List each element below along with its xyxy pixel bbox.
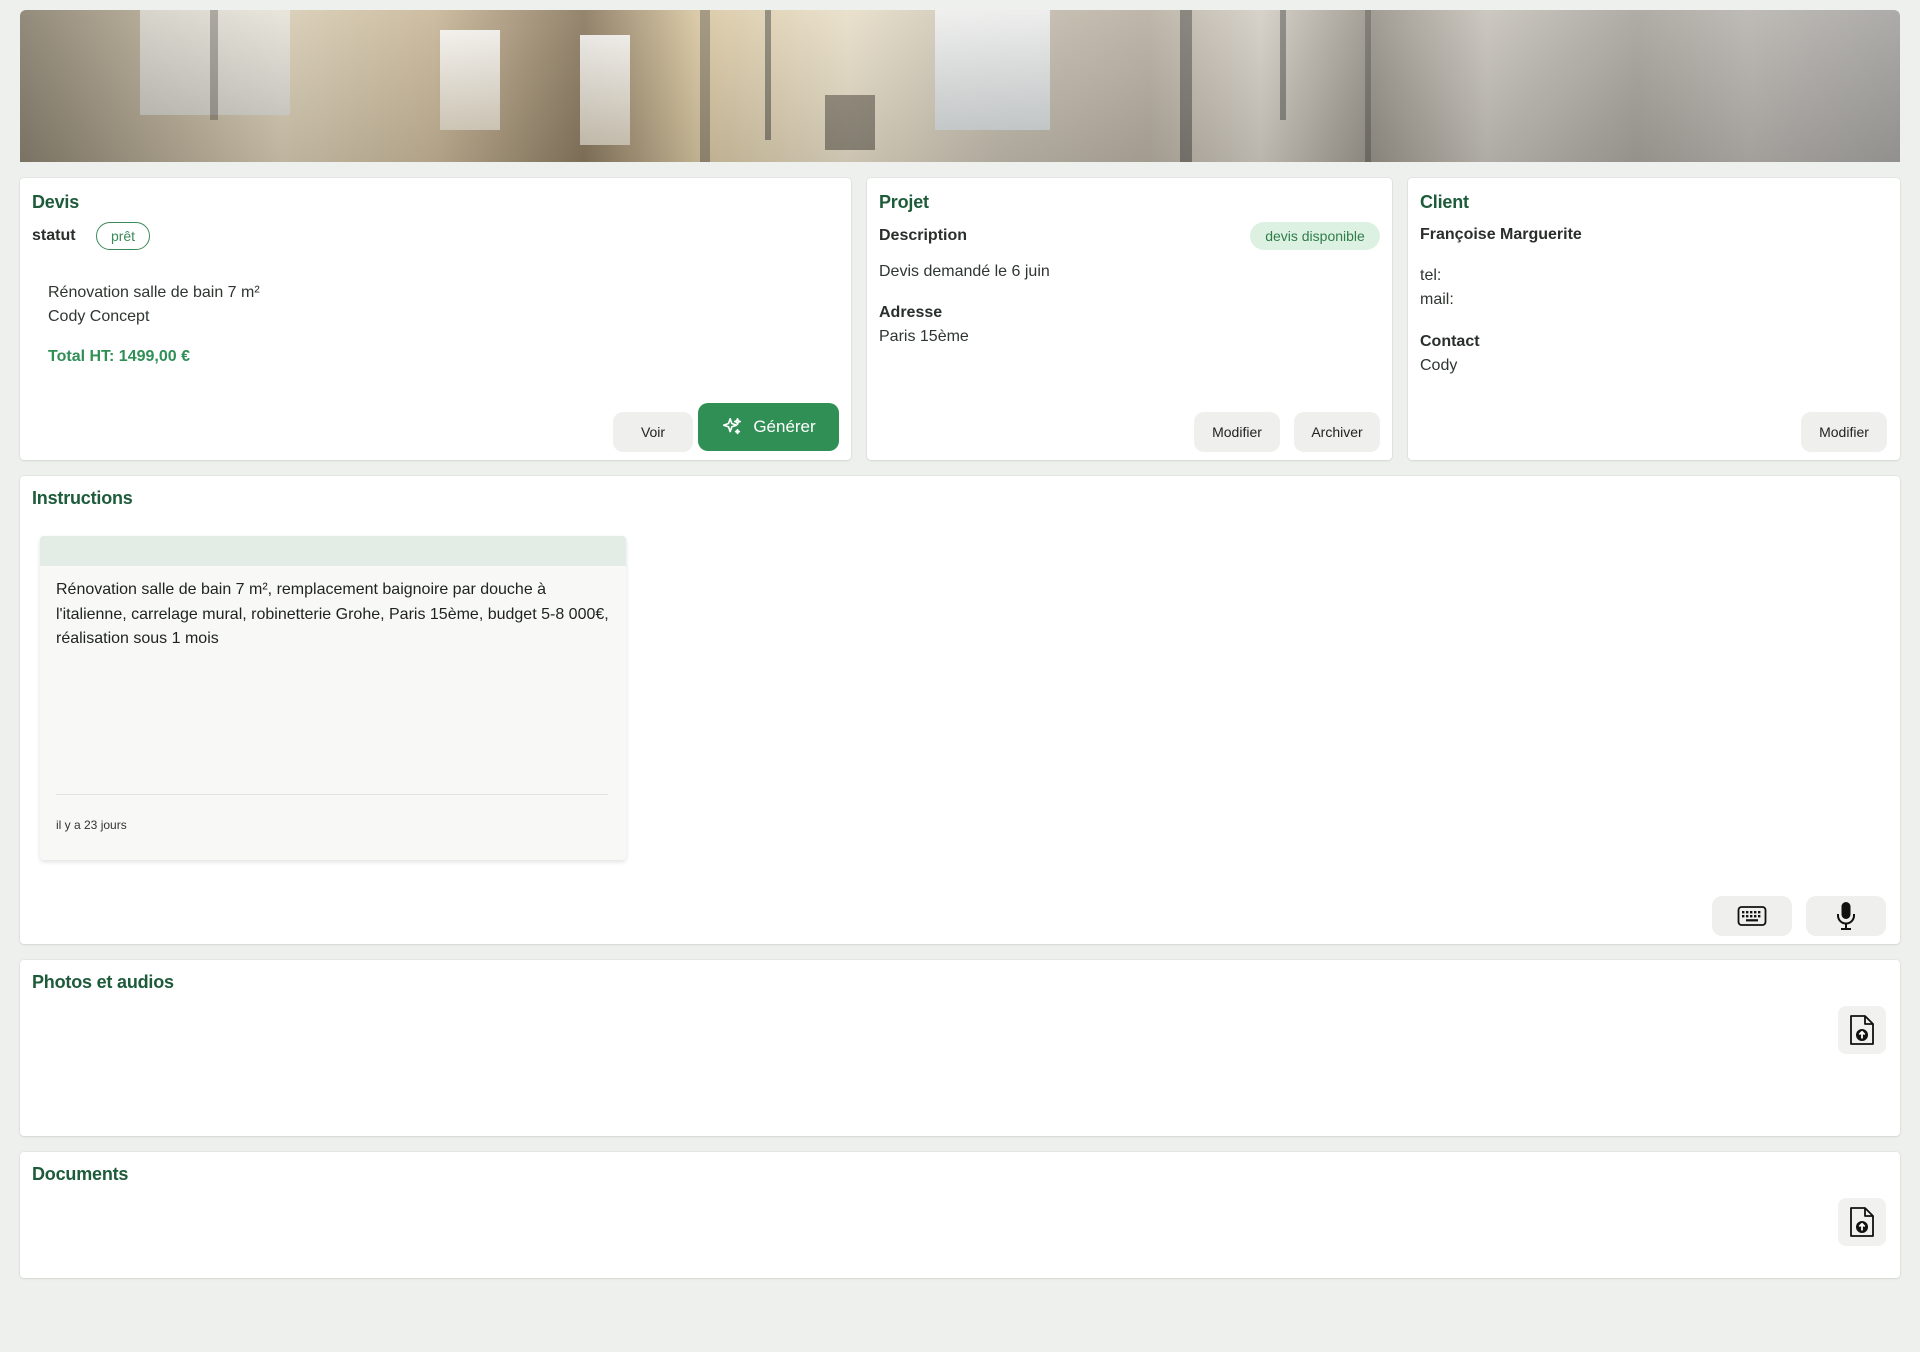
devis-line-company: Cody Concept <box>48 308 149 326</box>
status-badge: prêt <box>96 222 150 250</box>
devis-disponible-badge: devis disponible <box>1250 222 1380 250</box>
instructions-card: Instructions Rénovation salle de bain 7 … <box>20 476 1900 944</box>
sparkles-icon <box>721 416 743 438</box>
file-upload-icon <box>1849 1206 1875 1238</box>
voir-button[interactable]: Voir <box>613 412 693 452</box>
description-text: Devis demandé le 6 juin <box>879 263 1050 281</box>
generer-button[interactable]: Générer <box>698 403 839 451</box>
instruction-note-text: Rénovation salle de bain 7 m², remplacem… <box>56 578 612 652</box>
page: Devis statut prêt Rénovation salle de ba… <box>0 0 1920 1352</box>
instruction-note[interactable]: Rénovation salle de bain 7 m², remplacem… <box>40 536 626 860</box>
keyboard-button[interactable] <box>1712 896 1792 936</box>
microphone-icon <box>1835 901 1857 931</box>
devis-total: Total HT: 1499,00 € <box>48 348 190 366</box>
devis-line-title: Rénovation salle de bain 7 m² <box>48 284 260 302</box>
instructions-title: Instructions <box>32 488 133 509</box>
projet-card: Projet Description devis disponible Devi… <box>867 178 1392 460</box>
keyboard-icon <box>1737 905 1767 927</box>
projet-title: Projet <box>879 192 929 213</box>
devis-title: Devis <box>32 192 79 213</box>
photos-upload-button[interactable] <box>1838 1006 1886 1054</box>
status-label: statut <box>32 227 76 245</box>
divider <box>56 794 608 795</box>
documents-upload-button[interactable] <box>1838 1198 1886 1246</box>
adresse-value: Paris 15ème <box>879 328 969 346</box>
photos-audios-title: Photos et audios <box>32 972 174 993</box>
devis-card: Devis statut prêt Rénovation salle de ba… <box>20 178 851 460</box>
client-name: Françoise Marguerite <box>1420 226 1582 244</box>
adresse-label: Adresse <box>879 304 942 322</box>
documents-card: Documents <box>20 1152 1900 1278</box>
project-banner-image <box>20 10 1900 162</box>
photos-audios-card: Photos et audios <box>20 960 1900 1136</box>
documents-title: Documents <box>32 1164 128 1185</box>
microphone-button[interactable] <box>1806 896 1886 936</box>
contact-label: Contact <box>1420 333 1480 351</box>
contact-value: Cody <box>1420 357 1457 375</box>
client-title: Client <box>1420 192 1469 213</box>
client-card: Client Françoise Marguerite tel: mail: C… <box>1408 178 1900 460</box>
mail-label: mail: <box>1420 291 1454 309</box>
generer-label: Générer <box>753 417 815 437</box>
instruction-note-header <box>40 536 626 566</box>
archiver-button[interactable]: Archiver <box>1294 412 1380 452</box>
client-modifier-button[interactable]: Modifier <box>1801 412 1887 452</box>
file-upload-icon <box>1849 1014 1875 1046</box>
instruction-note-time: il y a 23 jours <box>56 818 127 832</box>
tel-label: tel: <box>1420 267 1441 285</box>
description-label: Description <box>879 227 967 245</box>
projet-modifier-button[interactable]: Modifier <box>1194 412 1280 452</box>
